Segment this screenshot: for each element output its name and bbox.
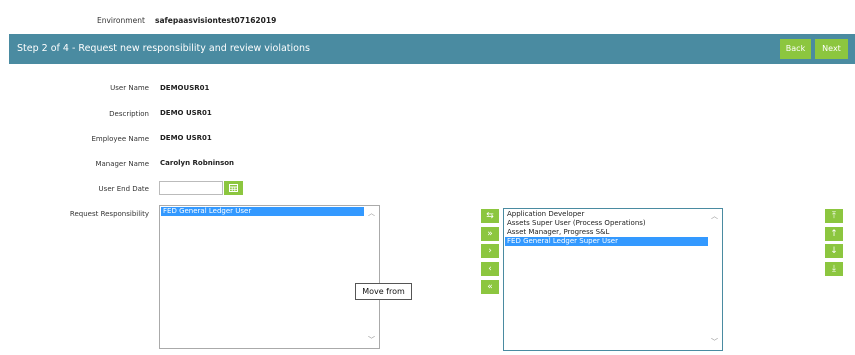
back-button[interactable]: Back <box>780 39 811 59</box>
move-all-left-button[interactable]: « <box>481 280 499 294</box>
list-item[interactable]: Application Developer <box>505 210 722 219</box>
move-to-top-button[interactable]: ⤒ <box>825 209 843 223</box>
environment-row: Environment safepaasvisiontest07162019 <box>0 12 855 28</box>
list-item[interactable]: Assets Super User (Process Operations) <box>505 219 722 228</box>
tooltip: Move from <box>355 283 412 300</box>
user-name-value: DEMOUSR01 <box>160 84 210 92</box>
scroll-up-icon[interactable]: ︿ <box>368 208 375 218</box>
requested-responsibility-list[interactable]: FED General Ledger User ︿ ﹀ <box>159 205 380 349</box>
request-responsibility-label: Request Responsibility <box>69 210 149 218</box>
calendar-button[interactable] <box>224 181 243 195</box>
list-item[interactable]: FED General Ledger User <box>161 207 364 216</box>
manager-name-value: Carolyn Robninson <box>160 159 235 167</box>
scroll-down-icon[interactable]: ﹀ <box>368 335 375 345</box>
move-selected-icon-button[interactable]: ⇆ <box>481 209 499 223</box>
scrollbar[interactable]: ︿ ﹀ <box>365 206 379 348</box>
user-name-label: User Name <box>110 84 149 92</box>
step-title: Step 2 of 4 - Request new responsibility… <box>17 43 310 54</box>
list-item[interactable]: Asset Manager, Progress S&L <box>505 228 722 237</box>
environment-label: Environment <box>97 16 145 25</box>
description-label: Description <box>109 110 149 118</box>
available-responsibility-list[interactable]: Application Developer Assets Super User … <box>503 208 723 351</box>
scroll-up-icon[interactable]: ︿ <box>711 211 718 221</box>
calendar-icon <box>229 184 238 192</box>
step-header-bar: Step 2 of 4 - Request new responsibility… <box>9 34 855 64</box>
employee-name-value: DEMO USR01 <box>160 134 212 142</box>
user-end-date-input[interactable] <box>159 181 223 195</box>
employee-name-label: Employee Name <box>91 135 149 143</box>
move-up-button[interactable]: ↑ <box>825 227 843 241</box>
user-end-date-label: User End Date <box>98 185 149 193</box>
move-left-button[interactable]: ‹ <box>481 262 499 276</box>
description-value: DEMO USR01 <box>160 109 212 117</box>
next-button[interactable]: Next <box>815 39 848 59</box>
move-to-bottom-button[interactable]: ⤓ <box>825 262 843 276</box>
move-all-right-button[interactable]: » <box>481 227 499 241</box>
manager-name-label: Manager Name <box>95 160 149 168</box>
scrollbar[interactable]: ︿ ﹀ <box>708 209 722 350</box>
scroll-down-icon[interactable]: ﹀ <box>711 337 718 347</box>
move-down-button[interactable]: ↓ <box>825 244 843 258</box>
environment-value: safepaasvisiontest07162019 <box>155 16 277 25</box>
list-item[interactable]: FED General Ledger Super User <box>505 237 709 246</box>
move-right-button[interactable]: › <box>481 244 499 258</box>
